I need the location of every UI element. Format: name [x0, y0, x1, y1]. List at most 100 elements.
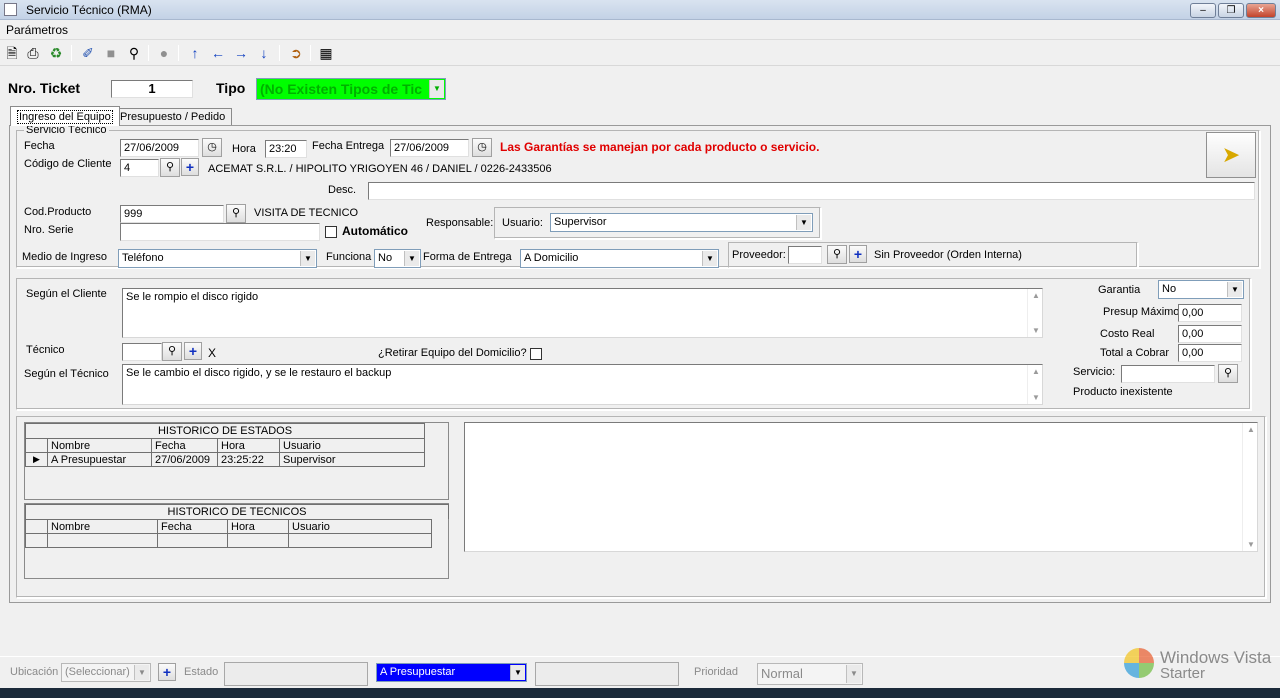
menu-bar: Parámetros: [0, 20, 1280, 40]
hora-field[interactable]: 23:20: [265, 140, 307, 158]
toolbar-separator: [71, 45, 72, 61]
ubicacion-select[interactable]: (Seleccionar) ▼: [61, 663, 151, 682]
column-header[interactable]: Fecha: [157, 519, 228, 534]
add-proveedor-button[interactable]: +: [849, 245, 867, 263]
prioridad-select[interactable]: Normal ▼: [757, 663, 863, 685]
tab-ingreso-equipo[interactable]: Ingreso del Equipo: [10, 106, 120, 126]
producto-name: VISITA DE TECNICO: [254, 207, 359, 219]
add-ubicacion-button[interactable]: +: [158, 663, 176, 681]
usuario-select[interactable]: Supervisor ▼: [550, 213, 813, 232]
funciona-select[interactable]: No ▼: [374, 249, 421, 268]
cod-producto-field[interactable]: 999: [120, 205, 224, 223]
binoculars-icon: ⚲: [165, 161, 175, 173]
table-header-row: Nombre Fecha Hora Usuario: [25, 438, 425, 453]
column-header[interactable]: Hora: [227, 519, 289, 534]
calendar-entrega-button[interactable]: ◷: [472, 138, 492, 157]
tipo-select[interactable]: (No Existen Tipos de Tic ▼: [256, 78, 446, 100]
forma-entrega-select[interactable]: A Domicilio ▼: [520, 249, 719, 268]
estado-label: Estado: [184, 666, 219, 678]
column-header[interactable]: Fecha: [151, 438, 218, 453]
table-row[interactable]: ▶ A Presupuestar 27/06/2009 23:25:22 Sup…: [25, 452, 425, 467]
desc-field[interactable]: [368, 182, 1255, 200]
table-header-row: Nombre Fecha Hora Usuario: [25, 519, 432, 534]
plus-icon: +: [162, 664, 172, 680]
medio-ingreso-select[interactable]: Teléfono ▼: [118, 249, 317, 268]
total-cobrar-field[interactable]: 0,00: [1178, 344, 1242, 362]
clear-tecnico-button[interactable]: X: [208, 346, 216, 360]
tecnico-field[interactable]: [122, 343, 162, 361]
chevron-down-icon: ▼: [1227, 282, 1242, 297]
garantia-select[interactable]: No ▼: [1158, 280, 1244, 299]
scrollbar[interactable]: ▲ ▼: [1027, 365, 1042, 404]
minimize-button[interactable]: –: [1190, 3, 1216, 18]
ubicacion-label: Ubicación: [10, 666, 59, 678]
buscar-proveedor-button[interactable]: ⚲: [827, 245, 847, 264]
windows-logo: [1124, 648, 1154, 678]
proveedor-label: Proveedor:: [732, 249, 786, 261]
plus-icon: +: [853, 246, 863, 262]
watermark-line1: Windows Vista: [1160, 648, 1272, 667]
column-header[interactable]: Nombre: [47, 438, 152, 453]
add-cliente-button[interactable]: +: [181, 158, 199, 176]
menu-item-parametros[interactable]: Parámetros: [6, 23, 68, 37]
automatico-label: Automático: [342, 224, 408, 238]
notes-textarea[interactable]: ▲ ▼: [464, 422, 1258, 552]
taskbar: [0, 688, 1280, 698]
watermark-line2: Starter: [1160, 665, 1206, 682]
search-icon[interactable]: ⚲: [124, 43, 144, 63]
responsable-label: Responsable:: [426, 217, 494, 229]
row-pointer-icon: ▶: [25, 452, 48, 467]
segun-tecnico-textarea[interactable]: Se le cambio el disco rigido, y se le re…: [122, 364, 1043, 405]
toolbar-separator: [178, 45, 179, 61]
add-tecnico-button[interactable]: +: [184, 342, 202, 360]
arrow-up-icon[interactable]: ↑: [185, 43, 205, 63]
buscar-cliente-button[interactable]: ⚲: [160, 158, 180, 177]
close-button[interactable]: ×: [1246, 3, 1276, 18]
arrow-down-icon[interactable]: ↓: [254, 43, 274, 63]
costo-real-field[interactable]: 0,00: [1178, 325, 1242, 343]
fecha-entrega-label: Fecha Entrega: [312, 140, 385, 152]
column-header[interactable]: Usuario: [279, 438, 425, 453]
scrollbar[interactable]: ▲ ▼: [1027, 289, 1042, 337]
column-header[interactable]: Nombre: [47, 519, 158, 534]
new-icon[interactable]: 🗎: [2, 43, 22, 63]
codigo-cliente-field[interactable]: 4: [120, 159, 159, 177]
recycle-icon[interactable]: ♻: [46, 43, 66, 63]
buscar-servicio-button[interactable]: ⚲: [1218, 364, 1238, 383]
toolbar: 🗎 ⎙ ♻ ✐ ■ ⚲ ● ↑ ← → ↓ ➲ ▦: [0, 40, 1280, 66]
buscar-tecnico-button[interactable]: ⚲: [162, 342, 182, 361]
historico-tecnicos-title: HISTORICO DE TECNICOS: [25, 504, 449, 519]
table-row[interactable]: [25, 533, 432, 548]
total-cobrar-label: Total a Cobrar: [1100, 347, 1170, 359]
arrow-left-icon[interactable]: ←: [208, 43, 228, 63]
proveedor-field[interactable]: [788, 246, 822, 264]
print-icon[interactable]: ⎙: [23, 43, 43, 63]
maximize-button[interactable]: ❐: [1218, 3, 1244, 18]
nro-serie-field[interactable]: [120, 223, 320, 241]
column-header[interactable]: Usuario: [288, 519, 432, 534]
usuario-select-value: Supervisor: [554, 216, 607, 228]
record-icon[interactable]: ●: [154, 43, 174, 63]
retirar-checkbox[interactable]: [530, 348, 542, 360]
servicio-field[interactable]: [1121, 365, 1215, 383]
column-header[interactable]: Hora: [217, 438, 280, 453]
estado-select[interactable]: A Presupuestar ▼: [376, 663, 527, 682]
arrow-right-icon[interactable]: →: [231, 43, 251, 63]
tab-presupuesto-pedido[interactable]: Presupuesto / Pedido: [113, 108, 233, 126]
fecha-entrega-field[interactable]: 27/06/2009: [390, 139, 469, 157]
stop-icon[interactable]: ■: [101, 43, 121, 63]
action-button[interactable]: ➤: [1206, 132, 1256, 178]
exit-icon[interactable]: ➲: [286, 43, 306, 63]
scrollbar[interactable]: ▲ ▼: [1242, 423, 1257, 551]
historico-estados-panel: HISTORICO DE ESTADOS Nombre Fecha Hora U…: [24, 422, 449, 500]
edit-icon[interactable]: ✐: [78, 43, 98, 63]
fecha-field[interactable]: 27/06/2009: [120, 139, 199, 157]
book-icon[interactable]: ▦: [316, 43, 336, 63]
calendar-button[interactable]: ◷: [202, 138, 222, 157]
segun-cliente-textarea[interactable]: Se le rompio el disco rigido ▲ ▼: [122, 288, 1043, 338]
calendar-icon: ◷: [477, 141, 487, 153]
buscar-producto-button[interactable]: ⚲: [226, 204, 246, 223]
automatico-checkbox[interactable]: [325, 226, 337, 238]
chevron-down-icon: ▼: [846, 665, 861, 683]
presup-maximo-field[interactable]: 0,00: [1178, 304, 1242, 322]
